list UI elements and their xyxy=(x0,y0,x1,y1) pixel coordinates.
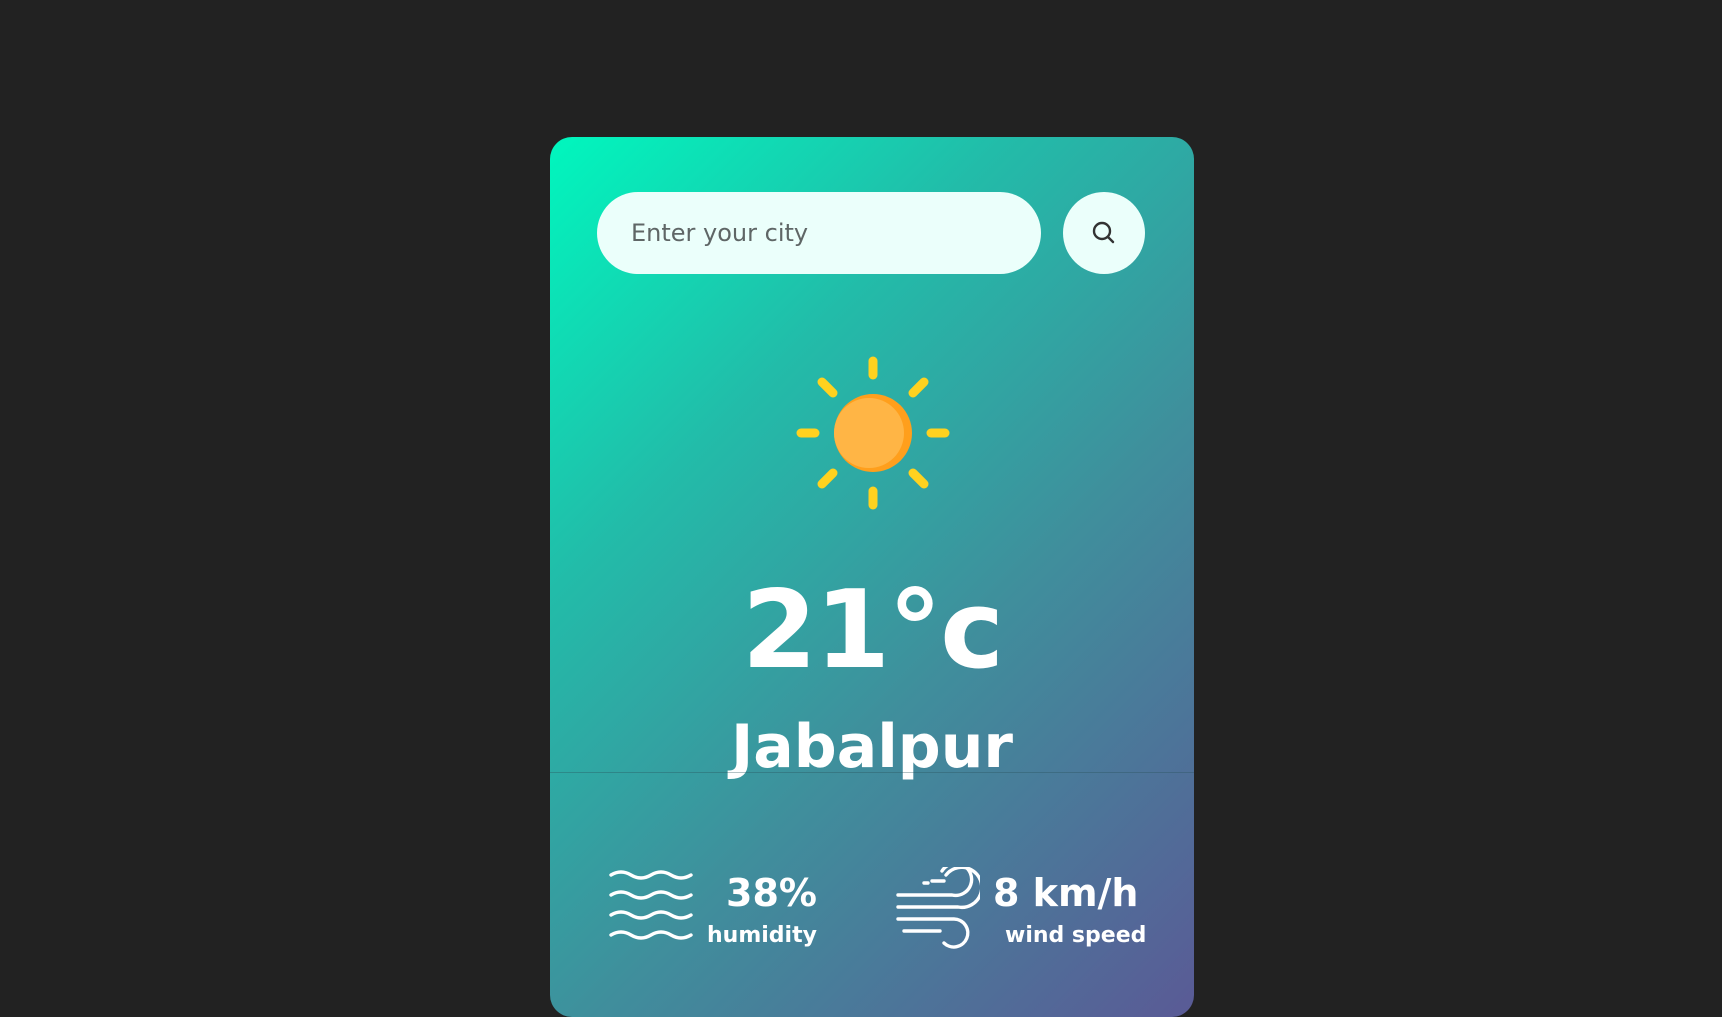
humidity-value: 38% xyxy=(726,871,817,915)
weather-card: 21°c Jabalpur 38% humidity 8 km/h xyxy=(550,137,1194,1017)
search-button[interactable] xyxy=(1063,192,1145,274)
humidity-waves-icon xyxy=(609,870,693,940)
wind-icon xyxy=(896,867,980,949)
city-name: Jabalpur xyxy=(730,712,1014,782)
humidity-label: humidity xyxy=(707,923,817,948)
search-icon xyxy=(1092,221,1115,244)
wind-speed-value: 8 km/h xyxy=(993,871,1139,915)
temperature: 21°c xyxy=(741,568,1004,693)
city-search-input[interactable] xyxy=(597,192,1041,274)
wind-stat: 8 km/h wind speed xyxy=(894,867,1147,957)
wind-speed-label: wind speed xyxy=(1005,923,1147,948)
divider xyxy=(550,772,1194,773)
sun-icon xyxy=(796,356,950,510)
humidity-stat: 38% humidity xyxy=(608,867,828,957)
